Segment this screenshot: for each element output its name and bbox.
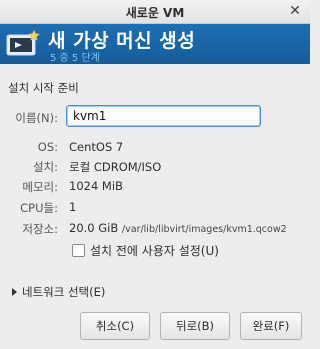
window-title: 새로운 VM bbox=[125, 6, 185, 20]
section-title: 설치 시작 준비 bbox=[8, 81, 79, 95]
storage-size: 20.0 GiB bbox=[69, 221, 119, 235]
os-value: CentOS 7 bbox=[69, 140, 124, 154]
wizard-banner: 새 가상 머신 생성 5 중 5 단계 bbox=[0, 24, 310, 64]
title-bar: 새로운 VM ✕ bbox=[0, 0, 310, 24]
customize-checkbox-label[interactable]: 설치 전에 사용자 설정(U) bbox=[90, 244, 219, 258]
cpus-value: 1 bbox=[69, 200, 77, 214]
name-label: 이름(N): bbox=[15, 111, 58, 125]
install-label: 설치: bbox=[32, 160, 58, 174]
os-label: OS: bbox=[37, 140, 58, 154]
storage-value: 20.0 GiB /var/lib/libvirt/images/kvm1.qc… bbox=[69, 221, 287, 235]
cpus-label: CPU들: bbox=[20, 201, 58, 215]
cancel-button[interactable]: 취소(C) bbox=[80, 312, 150, 340]
step-indicator: 5 중 5 단계 bbox=[50, 53, 100, 64]
close-icon[interactable]: ✕ bbox=[286, 2, 304, 20]
finish-button[interactable]: 완료(F) bbox=[240, 312, 302, 340]
storage-label: 저장소: bbox=[22, 222, 58, 236]
customize-checkbox[interactable] bbox=[72, 244, 85, 257]
back-button[interactable]: 뒤로(B) bbox=[160, 312, 230, 340]
install-value: 로컬 CDROM/ISO bbox=[69, 160, 162, 174]
memory-label: 메모리: bbox=[22, 180, 58, 194]
customize-checkbox-row[interactable]: 설치 전에 사용자 설정(U) bbox=[72, 242, 219, 259]
network-expander-label[interactable]: 네트워크 선택(E) bbox=[22, 285, 105, 299]
monitor-star-icon bbox=[6, 29, 40, 56]
expander-arrow-icon[interactable] bbox=[12, 288, 17, 296]
storage-path: /var/lib/libvirt/images/kvm1.qcow2 bbox=[121, 224, 287, 235]
name-input[interactable] bbox=[66, 105, 261, 127]
network-expander[interactable]: 네트워크 선택(E) bbox=[12, 284, 105, 300]
memory-value: 1024 MiB bbox=[69, 179, 123, 193]
